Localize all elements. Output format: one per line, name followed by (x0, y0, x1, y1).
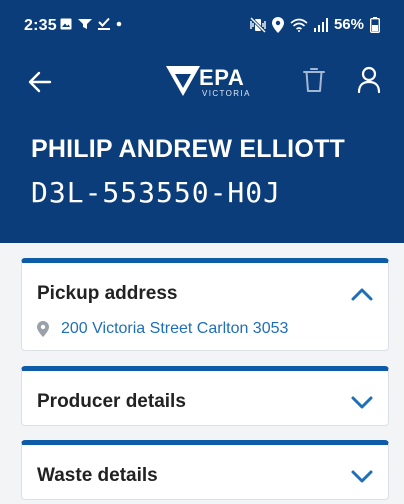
pickup-address-row[interactable]: 200 Victoria Street Carlton 3053 (37, 320, 288, 338)
user-icon[interactable] (357, 66, 381, 94)
status-right: 56% (249, 16, 380, 33)
pickup-address-section: Pickup address 200 Victoria Street Carlt… (21, 258, 389, 351)
chevron-down-icon[interactable] (350, 395, 374, 411)
back-arrow-icon[interactable] (26, 68, 54, 96)
record-id: D3L-553550-H0J (31, 176, 282, 209)
battery-percent: 56% (333, 16, 364, 33)
status-left-icons (60, 17, 122, 30)
app-header: 2:35 56% EPA VICTORIA PHILIP ANDREW ELLI… (0, 0, 404, 243)
logo-text: EPA (199, 65, 245, 90)
chevron-up-icon[interactable] (350, 286, 374, 302)
filter-icon (78, 18, 92, 29)
pickup-address-link[interactable]: 200 Victoria Street Carlton 3053 (61, 320, 288, 338)
status-time: 2:35 (24, 17, 57, 34)
pickup-address-title[interactable]: Pickup address (37, 283, 177, 305)
epa-logo-mark (166, 66, 200, 96)
signal-icon (313, 17, 328, 32)
wifi-icon (290, 18, 308, 32)
logo-subtitle: VICTORIA (202, 89, 251, 98)
epa-logo: EPA VICTORIA (166, 64, 249, 100)
location-pin-icon (37, 321, 49, 337)
record-holder-name: PHILIP ANDREW ELLIOTT (31, 135, 345, 163)
producer-details-title[interactable]: Producer details (37, 391, 186, 413)
top-navigation: EPA VICTORIA (0, 58, 404, 106)
status-bar: 2:35 56% (0, 0, 404, 52)
battery-icon (370, 16, 380, 33)
producer-details-section[interactable]: Producer details (21, 366, 389, 426)
waste-details-title[interactable]: Waste details (37, 465, 158, 487)
image-icon (60, 18, 72, 29)
check-download-icon (98, 17, 110, 30)
waste-details-section[interactable]: Waste details (21, 440, 389, 500)
dot-icon (116, 21, 122, 26)
mute-vibrate-icon (249, 16, 266, 33)
location-icon (271, 16, 284, 33)
trash-icon[interactable] (302, 66, 326, 94)
chevron-down-icon[interactable] (350, 469, 374, 485)
